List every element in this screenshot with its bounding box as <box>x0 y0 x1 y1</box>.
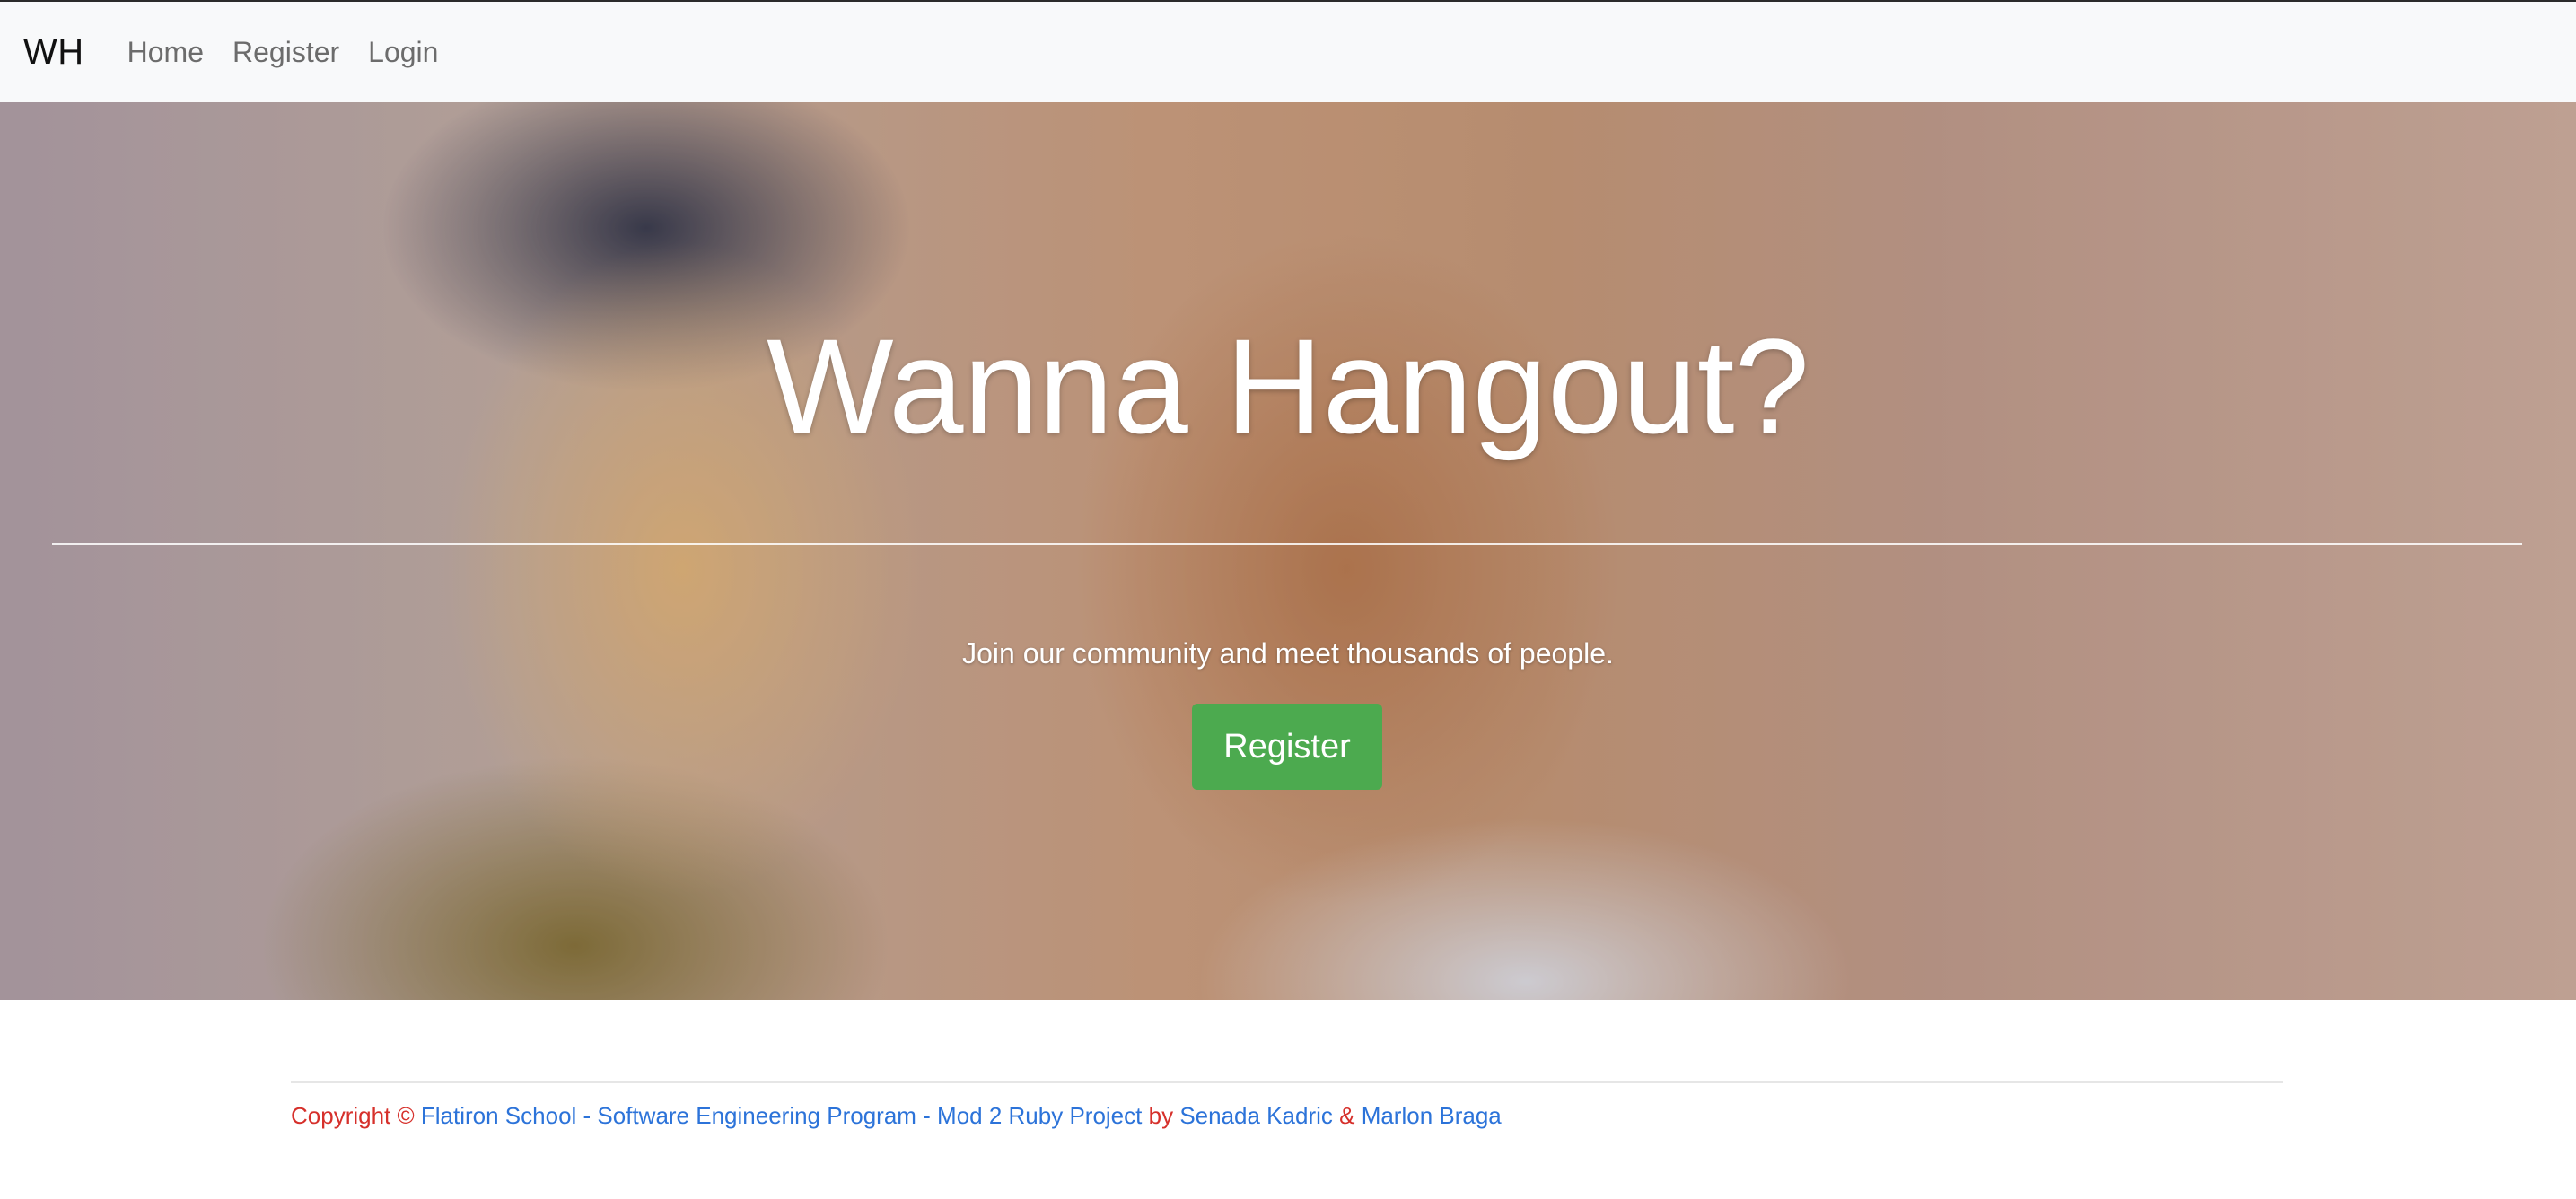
footer: Copyright © Flatiron School - Software E… <box>291 1102 1502 1130</box>
brand-logo[interactable]: WH <box>23 32 84 73</box>
footer-divider <box>291 1081 2283 1083</box>
hero-background-image <box>0 102 2576 1000</box>
nav-link-home[interactable]: Home <box>127 36 204 69</box>
hero-subtitle: Join our community and meet thousands of… <box>962 637 1614 670</box>
hero-title: Wanna Hangout? <box>767 311 1809 461</box>
hero-divider <box>52 543 2522 545</box>
nav-link-login[interactable]: Login <box>368 36 438 69</box>
footer-ampersand: & <box>1339 1102 1355 1129</box>
register-button[interactable]: Register <box>1192 704 1382 790</box>
footer-author-marlon[interactable]: Marlon Braga <box>1362 1102 1502 1129</box>
footer-copyright: Copyright © <box>291 1102 415 1129</box>
hero-section: Wanna Hangout? Join our community and me… <box>0 102 2576 1000</box>
navbar: WH Home Register Login <box>0 2 2576 102</box>
footer-program-link[interactable]: Flatiron School - Software Engineering P… <box>421 1102 1142 1129</box>
footer-author-senada[interactable]: Senada Kadric <box>1179 1102 1333 1129</box>
nav-link-register[interactable]: Register <box>232 36 339 69</box>
footer-by: by <box>1148 1102 1174 1129</box>
